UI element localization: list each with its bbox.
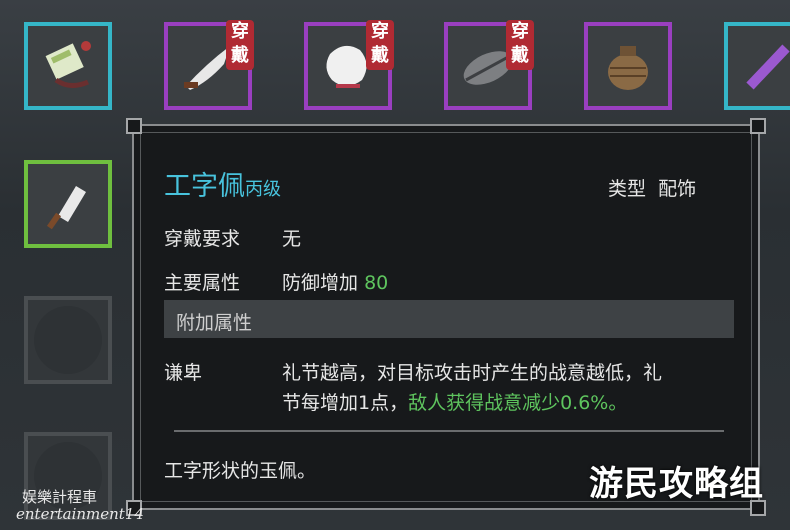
jade-pendant-icon	[45, 41, 91, 88]
cleaver-icon	[46, 186, 86, 230]
wear-tag: 穿戴	[226, 20, 254, 70]
clay-jar-icon	[608, 46, 648, 90]
item-slot-shield[interactable]: 穿戴	[444, 20, 534, 110]
item-name: 工字佩	[164, 171, 245, 202]
type-value: 配饰	[658, 178, 697, 200]
extra-attributes-label: 附加属性	[176, 312, 253, 334]
item-tooltip: 工字佩丙级 类型 配饰 穿戴要求 无 主要属性 防御增加 80 附加属性 谦卑 …	[126, 118, 766, 516]
requirement-label: 穿戴要求	[164, 228, 241, 250]
tooltip-corner	[126, 118, 142, 134]
item-slot-jade-pendant[interactable]	[24, 22, 112, 110]
trait-desc-line2: 节每增加1点，敌人获得战意减少0.6%。	[282, 392, 628, 414]
watermark-left-en: entertainment14	[16, 505, 144, 523]
type-label: 类型	[608, 178, 647, 200]
main-attribute-value: 防御增加 80	[282, 272, 389, 294]
watermark-right: 游民攻略组	[589, 464, 764, 504]
item-slot-scroll[interactable]	[724, 22, 790, 110]
trait-effect: 敌人获得战意减少0.6%。	[408, 392, 628, 414]
item-grade: 丙级	[245, 179, 281, 200]
item-slot-fur[interactable]: 穿戴	[304, 20, 394, 110]
item-type: 类型 配饰	[608, 174, 696, 201]
empty-slot[interactable]	[24, 296, 112, 384]
divider	[174, 430, 724, 432]
item-slot-blade[interactable]: 穿戴	[164, 20, 254, 110]
flavor-text: 工字形状的玉佩。	[164, 460, 317, 482]
tooltip-corner	[750, 118, 766, 134]
wear-tag: 穿戴	[506, 20, 534, 70]
main-attribute-label: 主要属性	[164, 272, 241, 294]
trait-desc-line1: 礼节越高，对目标攻击时产生的战意越低，礼	[282, 362, 663, 384]
requirement-value: 无	[282, 228, 302, 250]
item-name-line: 工字佩丙级	[164, 164, 281, 203]
wear-tag: 穿戴	[366, 20, 394, 70]
defense-bonus-number: 80	[364, 272, 389, 294]
item-slot-jar[interactable]	[584, 22, 672, 110]
watermark-left-cn: 娱樂計程車	[22, 488, 98, 506]
item-slot-cleaver[interactable]	[24, 160, 112, 248]
trait-name: 谦卑	[164, 362, 203, 384]
purple-scroll-icon	[746, 44, 790, 90]
